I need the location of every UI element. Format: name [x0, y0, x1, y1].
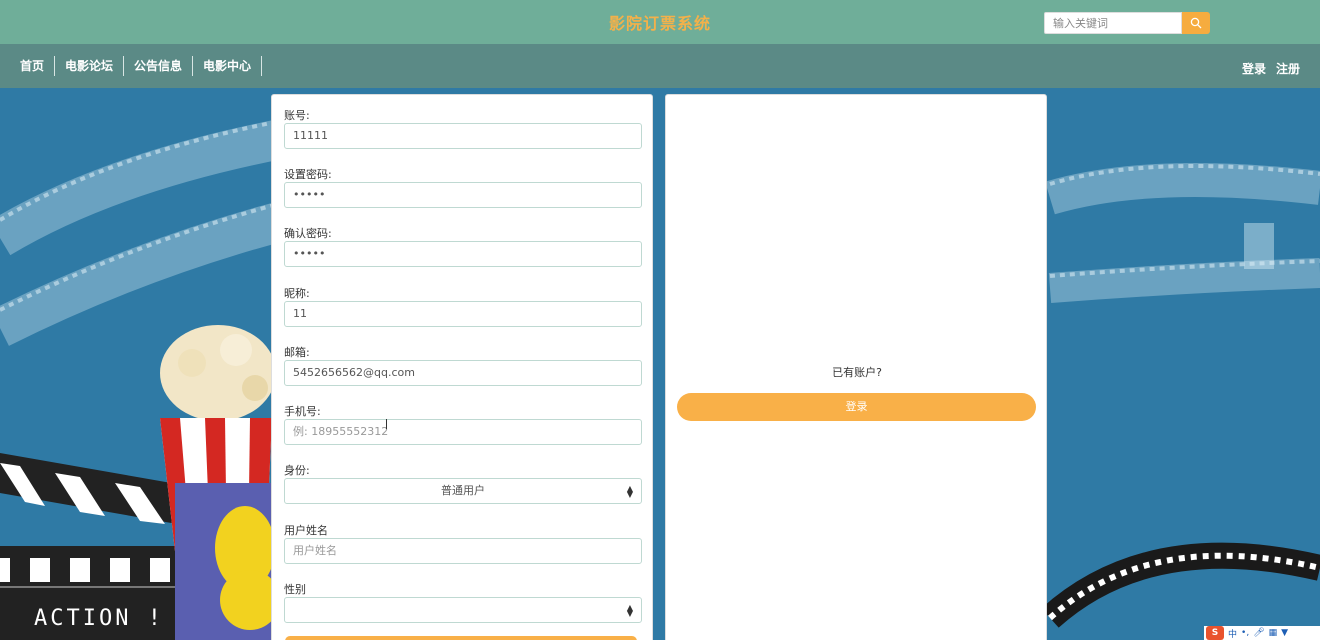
register-form: 账号: 11111 设置密码: ••••• 确认密码: ••••• 昵称: 11… [271, 94, 653, 640]
login-button[interactable]: 登录 [677, 393, 1036, 421]
ime-toolbar: S 中 •, 🎤︎ ▦ ▼ [1204, 626, 1320, 640]
phone-input[interactable]: 例: 18955552312 [284, 419, 642, 445]
nav-item-movie-center[interactable]: 电影中心 [193, 56, 263, 76]
search-box [1044, 12, 1210, 34]
select-arrows-icon: ▲ ▼ [626, 603, 633, 618]
search-input[interactable] [1044, 12, 1182, 34]
ime-lang[interactable]: 中 [1228, 627, 1237, 640]
confirm-password-field: 确认密码: ••••• [284, 225, 642, 267]
login-link[interactable]: 登录 [1242, 60, 1266, 77]
password-field: 设置密码: ••••• [284, 166, 642, 208]
identity-field: 身份: 普通用户 ▲ ▼ [284, 462, 642, 504]
popcorn-outline-icon [1244, 223, 1274, 269]
nav-links: 首页 电影论坛 公告信息 电影中心 [10, 56, 263, 76]
field-label: 用户姓名 [284, 524, 328, 537]
background-art: ACTION ! [0, 88, 1320, 640]
password-input[interactable]: ••••• [284, 182, 642, 208]
app-title: 影院订票系统 [608, 14, 711, 33]
email-input[interactable]: 5452656562@qq.com [284, 360, 642, 386]
identity-select[interactable]: 普通用户 ▲ ▼ [284, 478, 642, 504]
nav-bar: 首页 电影论坛 公告信息 电影中心 [0, 44, 1320, 88]
search-icon [1190, 17, 1202, 29]
select-arrows-icon: ▲ ▼ [626, 484, 633, 499]
mic-icon[interactable]: 🎤︎ [1253, 628, 1264, 638]
clapper-text: ACTION ! [34, 606, 164, 631]
nav-item-forum[interactable]: 电影论坛 [55, 56, 125, 76]
submit-button[interactable] [285, 636, 637, 640]
register-link[interactable]: 注册 [1276, 60, 1300, 77]
account-input[interactable]: 11111 [284, 123, 642, 149]
field-label: 账号: [284, 109, 310, 122]
phone-field: 手机号: 例: 18955552312 [284, 403, 642, 445]
gender-select[interactable]: ▲ ▼ [284, 597, 642, 623]
shirt-icon[interactable]: ▼ [1281, 628, 1288, 638]
field-label: 手机号: [284, 405, 321, 418]
text-cursor-icon [386, 419, 391, 429]
field-label: 性别 [284, 583, 306, 596]
email-field: 邮箱: 5452656562@qq.com [284, 344, 642, 386]
field-label: 邮箱: [284, 346, 310, 359]
nickname-input[interactable]: 11 [284, 301, 642, 327]
field-label: 确认密码: [284, 227, 332, 240]
nickname-field: 昵称: 11 [284, 285, 642, 327]
field-label: 身份: [284, 464, 310, 477]
film-background-illustration [0, 98, 1320, 640]
identity-selected-value: 普通用户 [441, 484, 485, 497]
account-field: 账号: 11111 [284, 107, 642, 149]
confirm-password-input[interactable]: ••••• [284, 241, 642, 267]
real-name-field: 用户姓名 用户姓名 [284, 522, 642, 564]
nav-item-home[interactable]: 首页 [10, 56, 56, 76]
nav-item-announcements[interactable]: 公告信息 [124, 56, 194, 76]
auth-links: 登录 注册 [1242, 60, 1300, 77]
field-label: 昵称: [284, 287, 310, 300]
gender-field: 性别 ▲ ▼ [284, 581, 642, 623]
search-button[interactable] [1182, 12, 1210, 34]
real-name-input[interactable]: 用户姓名 [284, 538, 642, 564]
login-prompt-card: 已有账户? 登录 [665, 94, 1047, 640]
keyboard-icon[interactable]: ▦ [1269, 628, 1278, 638]
have-account-text: 已有账户? [832, 366, 882, 379]
punctuation-icon[interactable]: •, [1241, 628, 1249, 638]
field-label: 设置密码: [284, 168, 332, 181]
ime-logo-icon[interactable]: S [1206, 626, 1224, 640]
